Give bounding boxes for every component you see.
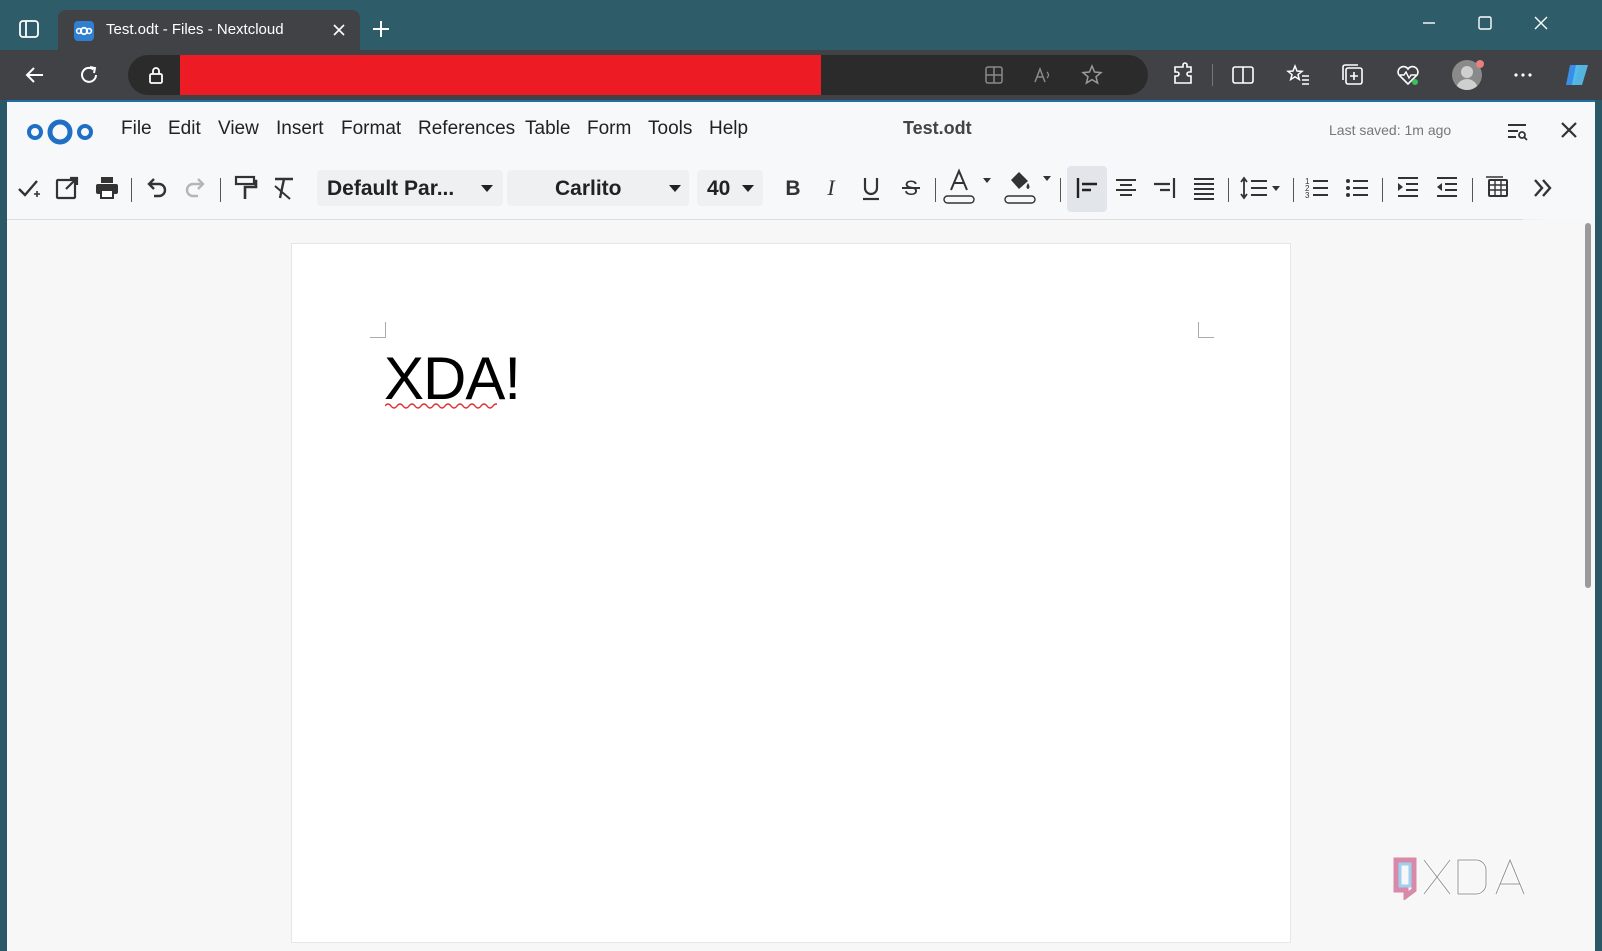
new-tab-icon[interactable] <box>370 18 392 40</box>
menu-form[interactable]: Form <box>587 118 631 140</box>
font-name-value: Carlito <box>555 177 622 200</box>
chevron-down-icon <box>481 185 493 192</box>
maximize-icon[interactable] <box>1474 12 1496 34</box>
toolbar-separator <box>1060 178 1061 202</box>
read-aloud-icon[interactable] <box>1032 64 1054 86</box>
more-options-icon[interactable] <box>1510 62 1536 88</box>
menu-insert[interactable]: Insert <box>276 118 324 140</box>
decrease-indent-icon[interactable] <box>1433 174 1461 202</box>
page-margin-marker <box>1198 322 1214 338</box>
refresh-icon[interactable] <box>76 62 102 88</box>
toolbar-separator <box>220 178 221 202</box>
font-size-value: 40 <box>707 177 731 200</box>
close-window-icon[interactable] <box>1530 12 1552 34</box>
increase-indent-icon[interactable] <box>1394 174 1422 202</box>
nextcloud-favicon-icon <box>74 21 94 41</box>
more-tools-chevron-icon[interactable] <box>1529 174 1557 202</box>
redo-icon[interactable] <box>182 174 210 202</box>
underline-icon[interactable] <box>857 174 885 202</box>
menu-bar: File Edit View Insert Format References … <box>7 102 1595 160</box>
bold-icon[interactable]: B <box>779 174 807 202</box>
toolbar-divider <box>1212 64 1213 86</box>
strikethrough-icon[interactable]: S <box>897 174 925 202</box>
italic-icon[interactable]: I <box>817 174 845 202</box>
xda-watermark-logo <box>1393 856 1526 900</box>
lock-icon[interactable] <box>146 65 166 85</box>
svg-text:3: 3 <box>1305 191 1310 200</box>
font-color-icon[interactable] <box>943 168 993 208</box>
open-external-icon[interactable] <box>53 174 81 202</box>
menu-format[interactable]: Format <box>341 118 401 140</box>
insert-table-icon[interactable] <box>1483 174 1511 202</box>
favorites-icon[interactable] <box>1285 62 1311 88</box>
formatting-toolbar: Default Par... Carlito 40 B I S 1 2 3 <box>7 160 1595 220</box>
svg-text:I: I <box>826 175 836 200</box>
split-screen-icon[interactable] <box>1230 62 1256 88</box>
nextcloud-logo-icon[interactable] <box>23 114 97 150</box>
align-left-icon[interactable] <box>1073 174 1101 202</box>
collections-icon[interactable] <box>1340 62 1366 88</box>
font-size-dropdown[interactable]: 40 <box>697 170 763 206</box>
menu-table[interactable]: Table <box>525 118 570 140</box>
svg-text:B: B <box>785 177 800 200</box>
toolbar-separator <box>131 178 132 202</box>
chevron-down-icon <box>669 185 681 192</box>
align-right-icon[interactable] <box>1150 174 1178 202</box>
browser-toolbar <box>0 50 1602 100</box>
vertical-scrollbar[interactable] <box>1585 223 1591 588</box>
menu-file[interactable]: File <box>121 118 152 140</box>
highlight-color-icon[interactable] <box>1001 168 1053 208</box>
paragraph-style-value: Default Par... <box>327 177 455 200</box>
browser-essentials-icon[interactable] <box>1395 62 1421 88</box>
browser-tab-active[interactable]: Test.odt - Files - Nextcloud <box>58 10 360 50</box>
url-text-redacted[interactable] <box>180 55 821 95</box>
toolbar-separator <box>1293 178 1294 202</box>
clear-formatting-icon[interactable] <box>270 174 298 202</box>
page-margin-marker <box>370 322 386 338</box>
bulleted-list-icon[interactable] <box>1343 174 1371 202</box>
sidebar-toggle-icon[interactable] <box>1505 120 1529 144</box>
justify-icon[interactable] <box>1190 174 1218 202</box>
print-icon[interactable] <box>93 174 121 202</box>
numbered-list-icon[interactable]: 1 2 3 <box>1303 174 1331 202</box>
toolbar-separator <box>935 178 936 202</box>
minimize-icon[interactable] <box>1418 12 1440 34</box>
toolbar-separator <box>1472 178 1473 202</box>
extensions-icon[interactable] <box>1170 62 1196 88</box>
office-app: File Edit View Insert Format References … <box>7 100 1595 951</box>
undo-icon[interactable] <box>142 174 170 202</box>
profile-notification-dot <box>1476 60 1484 68</box>
favorite-star-icon[interactable] <box>1081 64 1103 86</box>
back-icon[interactable] <box>22 62 48 88</box>
document-title[interactable]: Test.odt <box>903 118 972 139</box>
line-spacing-icon[interactable] <box>1239 174 1283 202</box>
menu-references[interactable]: References <box>418 118 515 140</box>
tab-title: Test.odt - Files - Nextcloud <box>106 21 284 38</box>
document-page[interactable]: XDA! <box>291 243 1291 943</box>
browser-titlebar: Test.odt - Files - Nextcloud <box>0 0 1602 50</box>
menu-tools[interactable]: Tools <box>648 118 692 140</box>
menu-help[interactable]: Help <box>709 118 748 140</box>
chevron-down-icon <box>742 185 754 192</box>
close-document-icon[interactable] <box>1557 118 1581 142</box>
tab-actions-icon[interactable] <box>18 18 40 40</box>
last-saved-status: Last saved: 1m ago <box>1329 122 1452 138</box>
paragraph-style-dropdown[interactable]: Default Par... <box>317 170 503 206</box>
copilot-icon[interactable] <box>1562 60 1592 90</box>
menu-edit[interactable]: Edit <box>168 118 201 140</box>
align-center-icon[interactable] <box>1112 174 1140 202</box>
close-tab-icon[interactable] <box>330 21 348 39</box>
toolbar-separator <box>1382 178 1383 202</box>
check-icon[interactable] <box>15 174 43 202</box>
menu-view[interactable]: View <box>218 118 259 140</box>
address-bar[interactable] <box>128 55 1148 95</box>
app-available-icon[interactable] <box>983 64 1005 86</box>
document-canvas[interactable]: XDA! <box>7 221 1595 951</box>
toolbar-separator <box>1228 178 1229 202</box>
spellcheck-underline <box>385 403 497 409</box>
font-name-dropdown[interactable]: Carlito <box>507 170 689 206</box>
clone-formatting-icon[interactable] <box>231 174 259 202</box>
